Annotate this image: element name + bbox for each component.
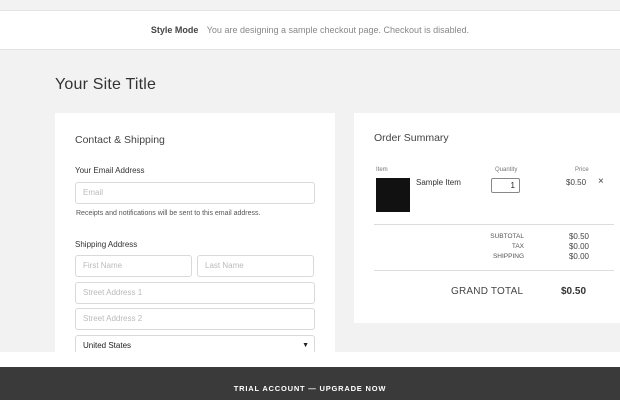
style-mode-label: Style Mode bbox=[150, 25, 199, 35]
shipping-value: $0.00 bbox=[568, 252, 589, 261]
item-thumbnail bbox=[376, 178, 410, 212]
style-mode-message: You are designing a sample checkout page… bbox=[206, 25, 470, 35]
grand-total-value: $0.50 bbox=[561, 286, 587, 297]
divider bbox=[374, 270, 614, 271]
shipping-address-label: Shipping Address bbox=[75, 240, 138, 249]
subtotal-label: SUBTOTAL bbox=[490, 233, 524, 240]
email-hint: Receipts and notifications will be sent … bbox=[76, 210, 261, 217]
order-summary-heading: Order Summary bbox=[374, 132, 449, 144]
street-address-1-input[interactable]: Street Address 1 bbox=[75, 282, 315, 304]
contact-shipping-heading: Contact & Shipping bbox=[75, 134, 165, 146]
price-column-header: Price bbox=[575, 167, 589, 173]
item-price: $0.50 bbox=[566, 178, 587, 187]
email-label: Your Email Address bbox=[75, 166, 145, 175]
tax-label: TAX bbox=[511, 243, 524, 250]
email-input[interactable]: Email bbox=[75, 182, 315, 204]
tax-value: $0.00 bbox=[568, 242, 589, 251]
subtotal-value: $0.50 bbox=[568, 232, 589, 241]
site-title: Your Site Title bbox=[55, 76, 157, 93]
first-name-input[interactable]: First Name bbox=[75, 255, 192, 277]
style-mode-banner: Style Mode You are designing a sample ch… bbox=[0, 10, 620, 50]
trial-upgrade-bar[interactable]: TRIAL ACCOUNT — UPGRADE NOW bbox=[0, 367, 620, 400]
contact-shipping-panel: Contact & Shipping Your Email Address Em… bbox=[55, 113, 335, 358]
remove-item-icon[interactable]: × bbox=[598, 176, 604, 187]
quantity-input[interactable]: 1 bbox=[491, 178, 520, 193]
country-value: United States bbox=[83, 341, 132, 350]
item-name: Sample Item bbox=[416, 178, 461, 187]
grand-total-label: GRAND TOTAL bbox=[451, 286, 524, 297]
shipping-label: SHIPPING bbox=[492, 253, 524, 260]
order-summary-panel: Order Summary Item Quantity Price Sample… bbox=[354, 113, 620, 323]
quantity-column-header: Quantity bbox=[495, 167, 518, 173]
divider bbox=[374, 224, 614, 225]
last-name-input[interactable]: Last Name bbox=[197, 255, 314, 277]
page-bottom-edge bbox=[0, 352, 620, 367]
street-address-2-input[interactable]: Street Address 2 bbox=[75, 308, 315, 330]
item-column-header: Item bbox=[376, 167, 388, 173]
